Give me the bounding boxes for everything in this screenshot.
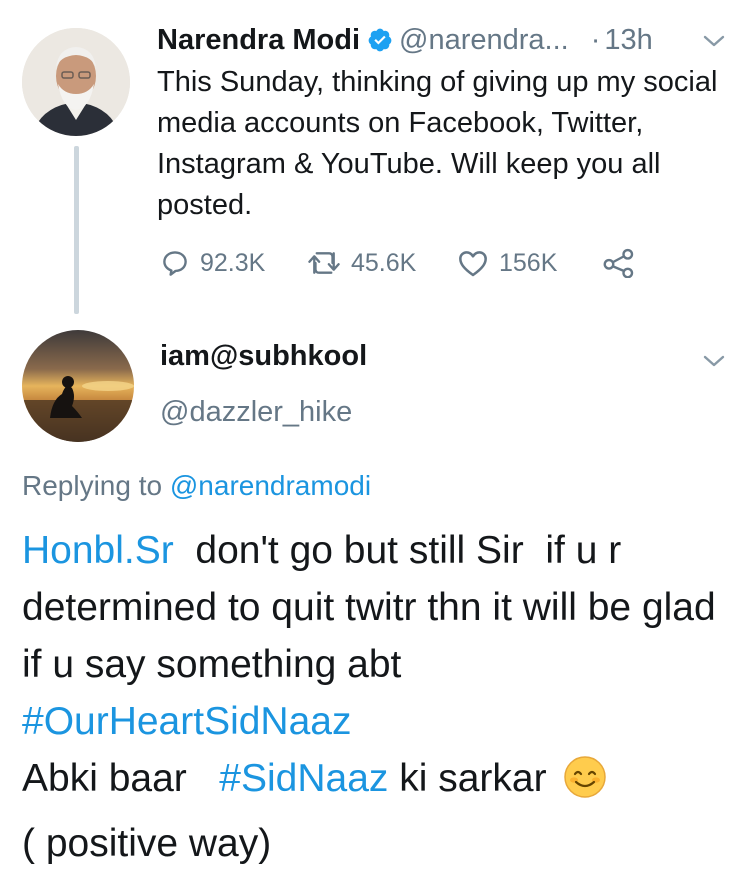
reply-author-avatar[interactable] (22, 330, 134, 442)
retweet-count: 45.6K (351, 248, 417, 277)
parent-author-name[interactable]: Narendra Modi (157, 24, 360, 57)
parent-author-avatar[interactable] (22, 28, 130, 136)
replying-to-label: Replying to (22, 470, 163, 501)
thread-connector-line (74, 146, 79, 314)
avatar-sunset-photo (22, 330, 134, 442)
chevron-down-icon[interactable] (702, 30, 726, 57)
reply-count: 92.3K (200, 248, 266, 277)
like-count: 156K (499, 248, 558, 277)
tweet-time[interactable]: 13h (604, 24, 652, 57)
reply-button[interactable]: 92.3K (160, 248, 307, 278)
parent-tweet-text: This Sunday, thinking of giving up my so… (157, 66, 718, 221)
time-separator: · (590, 23, 601, 56)
hashtag-link[interactable]: #SidNaaz (219, 757, 388, 800)
mention-link[interactable]: Honbl.Sr (22, 529, 174, 572)
parent-author-handle[interactable]: @narendra... (399, 24, 569, 57)
like-icon (459, 251, 487, 277)
like-button[interactable]: 156K (457, 248, 602, 278)
hashtag-link[interactable]: #OurHeartSidNaaz (22, 700, 351, 743)
reply-tweet-text: Honbl.Sr don't go but still Sir if u r d… (22, 522, 734, 872)
reply-text-part: Abki baar (22, 757, 220, 800)
share-icon (603, 248, 634, 278)
retweet-icon (308, 252, 340, 274)
retweet-button[interactable]: 45.6K (307, 248, 457, 278)
smiling-face-emoji (563, 755, 607, 815)
tweet-actions: 92.3K 45.6K 156K (160, 243, 636, 283)
reply-text-part: ki sarkar (388, 757, 558, 800)
chevron-down-icon[interactable] (702, 350, 726, 377)
replying-to-line: Replying to @narendramodi (22, 470, 371, 502)
share-button[interactable] (602, 248, 636, 278)
avatar-portrait (22, 28, 130, 136)
reply-author-name[interactable]: iam@subhkool (160, 340, 367, 373)
replying-to-mention[interactable]: @narendramodi (170, 470, 371, 501)
reply-text-part: ( positive way) (22, 822, 272, 865)
reply-author-handle[interactable]: @dazzler_hike (160, 396, 352, 429)
parent-tweet-header: Narendra Modi @narendra... · 13h (157, 20, 732, 60)
verified-badge-icon (367, 27, 393, 53)
reply-icon (163, 251, 187, 276)
